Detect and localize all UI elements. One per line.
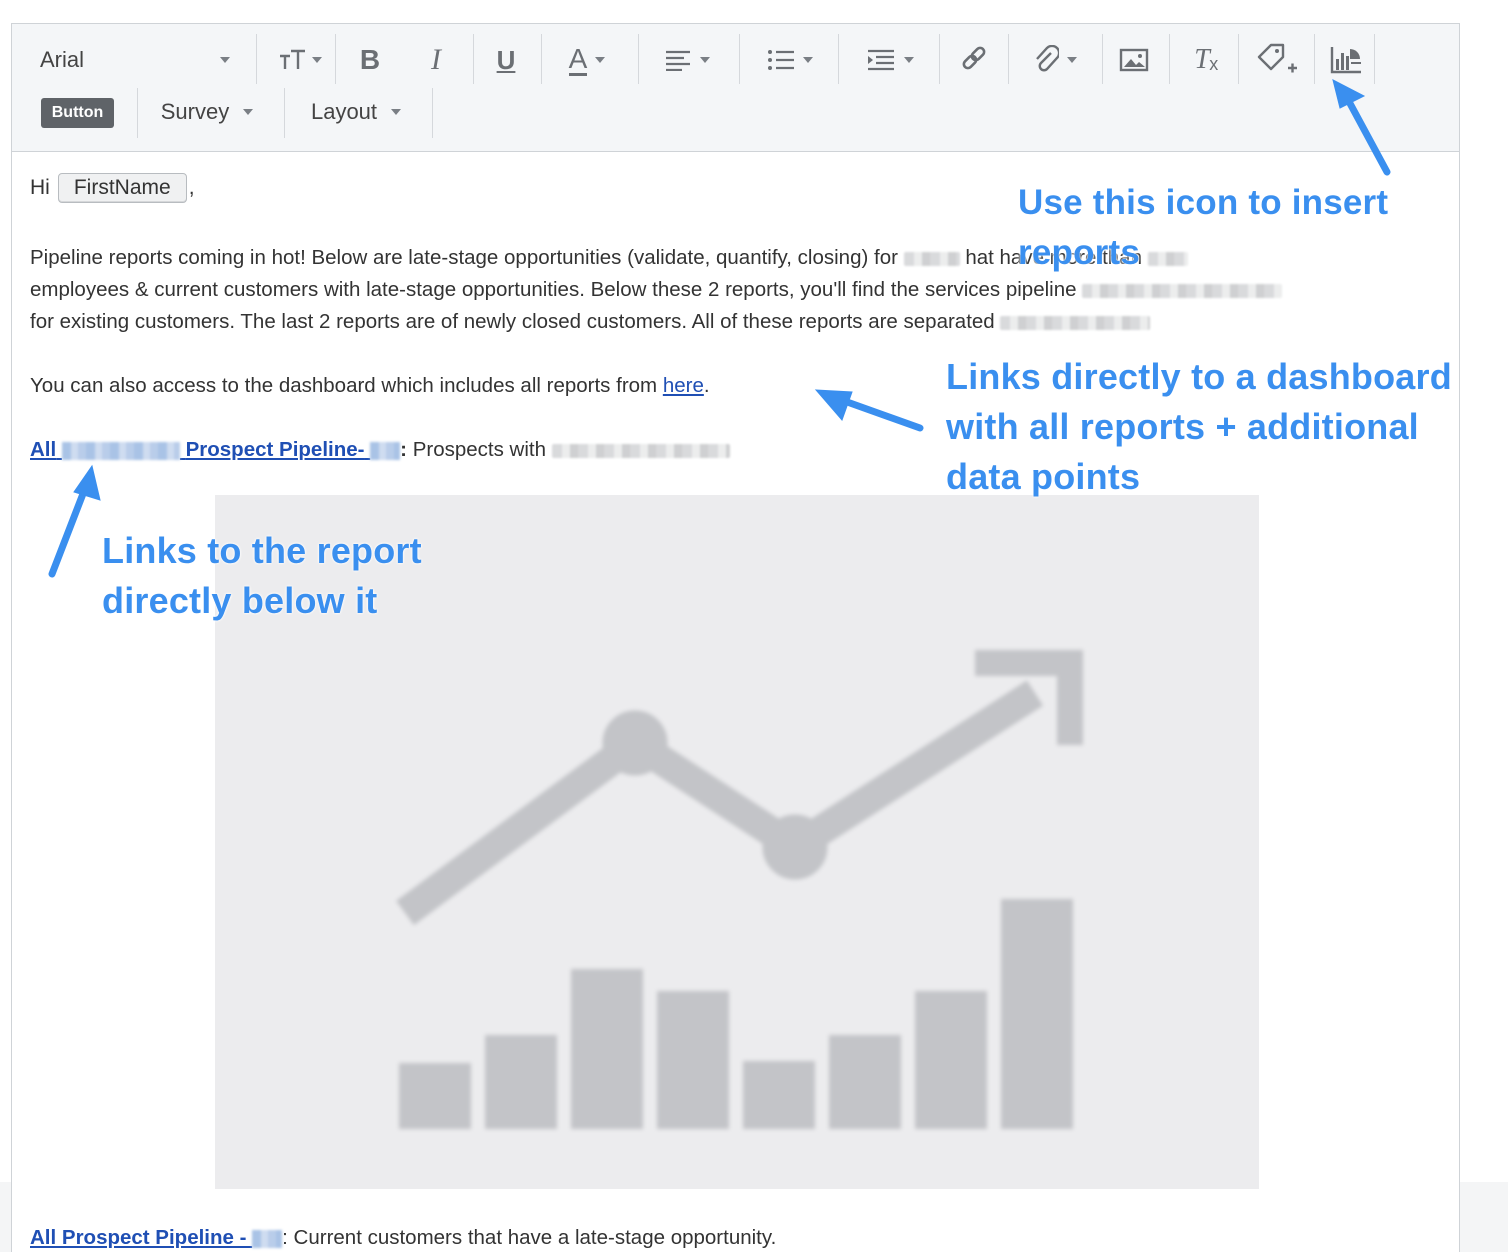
annotation-dashboard-link: Links directly to a dashboard with all r… xyxy=(946,356,1452,497)
annotation-insert-reports: Use this icon to insert reports xyxy=(1018,183,1389,272)
annotation-report-link: Links to the report directly below it xyxy=(102,530,422,621)
